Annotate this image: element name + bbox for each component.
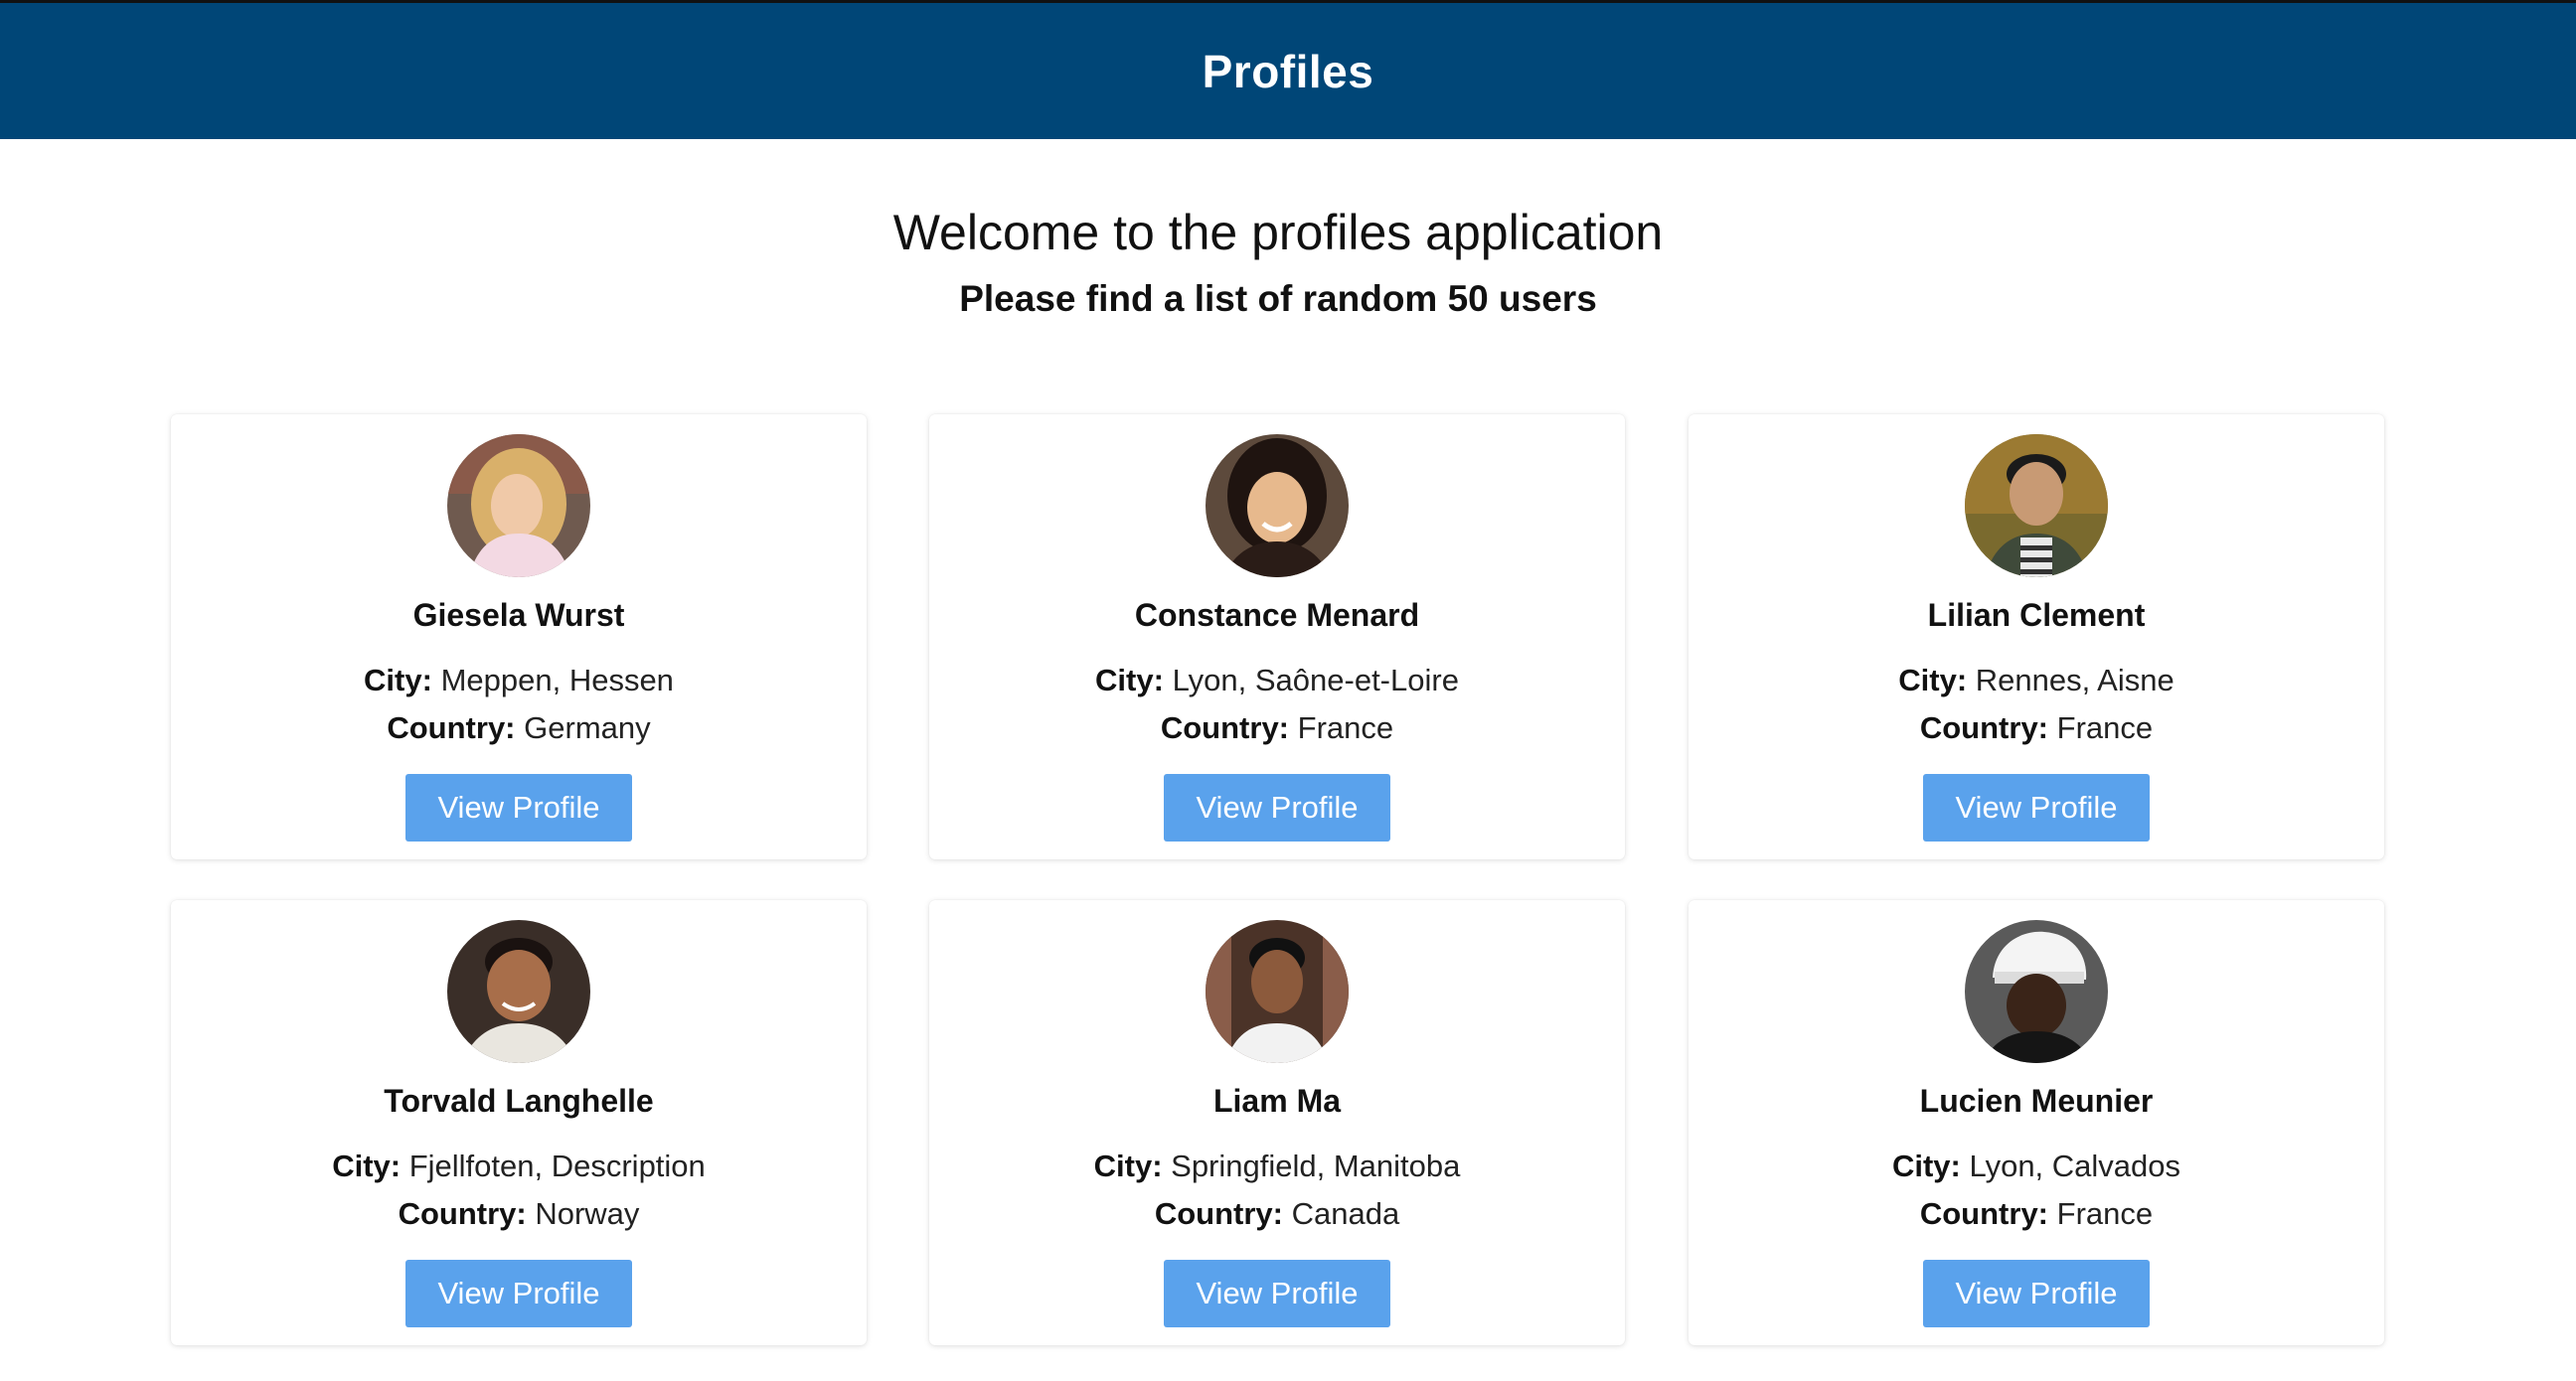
profile-name: Liam Ma [1212, 1083, 1342, 1119]
avatar [1965, 434, 2108, 577]
profile-country: Country: France [1689, 710, 2384, 746]
country-value: Canada [1291, 1196, 1400, 1231]
city-value: Fjellfoten, Description [408, 1149, 706, 1183]
city-value: Lyon, Saône-et-Loire [1172, 663, 1459, 697]
city-value: Rennes, Aisne [1975, 663, 2174, 697]
profile-country: Country: France [1689, 1196, 2384, 1232]
welcome-heading: Welcome to the profiles application [892, 205, 1664, 260]
country-label: Country: [1160, 710, 1290, 745]
country-label: Country: [1919, 1196, 2049, 1231]
profile-city: City: Rennes, Aisne [1689, 663, 2384, 698]
profile-city: City: Meppen, Hessen [171, 663, 867, 698]
profile-country: Country: Germany [171, 710, 867, 746]
city-value: Meppen, Hessen [440, 663, 674, 697]
profile-card: Liam Ma City: Springfield, Manitoba Coun… [929, 900, 1625, 1345]
profile-country: Country: Norway [171, 1196, 867, 1232]
profile-name: Giesela Wurst [412, 597, 625, 633]
city-label: City: [1898, 663, 1968, 697]
country-label: Country: [387, 710, 516, 745]
profile-name: Torvald Langhelle [384, 1083, 654, 1119]
view-profile-button[interactable]: View Profile [1164, 774, 1390, 842]
city-label: City: [1093, 1149, 1163, 1183]
profile-city: City: Lyon, Calvados [1689, 1149, 2384, 1184]
country-label: Country: [1154, 1196, 1283, 1231]
view-profile-button[interactable]: View Profile [1923, 774, 2150, 842]
welcome-subtitle: Please find a list of random 50 users [959, 278, 1597, 319]
profile-name: Lilian Clement [1927, 597, 2146, 633]
view-profile-button[interactable]: View Profile [405, 1260, 632, 1327]
profile-name: Lucien Meunier [1919, 1083, 2154, 1119]
country-value: France [1297, 710, 1394, 745]
city-value: Lyon, Calvados [1969, 1149, 2181, 1183]
city-value: Springfield, Manitoba [1171, 1149, 1461, 1183]
avatar [1206, 920, 1349, 1063]
view-profile-button[interactable]: View Profile [1923, 1260, 2150, 1327]
country-label: Country: [1919, 710, 2049, 745]
avatar [1965, 920, 2108, 1063]
profile-country: Country: Canada [929, 1196, 1625, 1232]
city-label: City: [1891, 1149, 1961, 1183]
page-title: Profiles [1202, 45, 1374, 97]
view-profile-button[interactable]: View Profile [405, 774, 632, 842]
country-value: Germany [524, 710, 651, 745]
profile-city: City: Lyon, Saône-et-Loire [929, 663, 1625, 698]
country-value: France [2056, 710, 2154, 745]
country-label: Country: [398, 1196, 527, 1231]
app-header: Profiles [0, 3, 2576, 139]
view-profile-button[interactable]: View Profile [1164, 1260, 1390, 1327]
profile-card: Lucien Meunier City: Lyon, Calvados Coun… [1689, 900, 2384, 1345]
profile-card: Constance Menard City: Lyon, Saône-et-Lo… [929, 414, 1625, 859]
city-label: City: [1095, 663, 1164, 697]
city-label: City: [332, 1149, 402, 1183]
avatar [447, 434, 590, 577]
city-label: City: [364, 663, 432, 697]
profile-card: Torvald Langhelle City: Fjellfoten, Desc… [171, 900, 867, 1345]
profile-name: Constance Menard [1134, 597, 1420, 633]
profile-card: Lilian Clement City: Rennes, Aisne Count… [1689, 414, 2384, 859]
profile-card: Giesela Wurst City: Meppen, Hessen Count… [171, 414, 867, 859]
profile-country: Country: France [929, 710, 1625, 746]
profile-city: City: Springfield, Manitoba [929, 1149, 1625, 1184]
avatar [1206, 434, 1349, 577]
country-value: Norway [535, 1196, 640, 1231]
profile-city: City: Fjellfoten, Description [171, 1149, 867, 1184]
country-value: France [2056, 1196, 2154, 1231]
avatar [447, 920, 590, 1063]
